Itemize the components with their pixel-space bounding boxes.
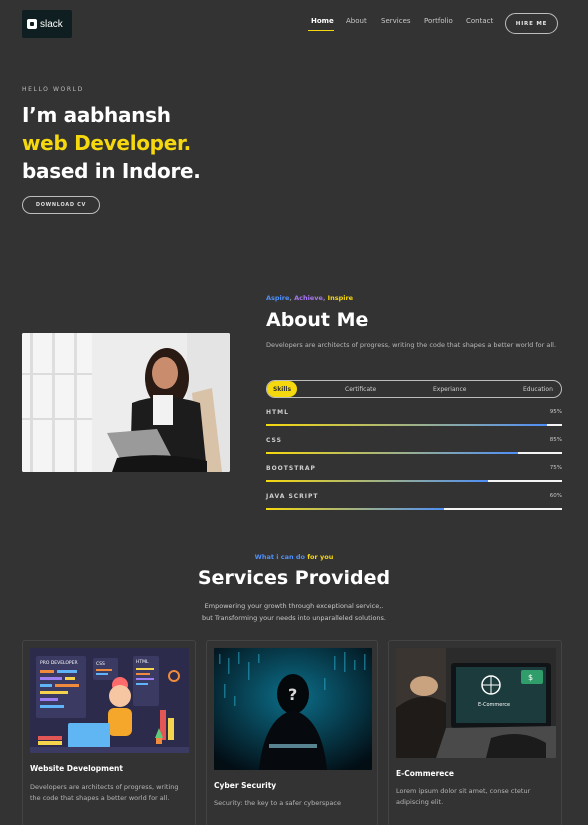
cyber-security-image: ? [214, 648, 372, 770]
woman-with-laptop-photo [22, 333, 230, 472]
main-nav: Home About Services Portfolio Contact [0, 17, 588, 33]
about-tagline: Aspire, Achieve, Inspire [266, 294, 353, 302]
skill-name: HTML [266, 409, 289, 416]
hire-me-button[interactable]: HIRE ME [505, 13, 558, 34]
card-title: E-Commerece [396, 769, 454, 778]
skill-percent: 95% [549, 409, 562, 415]
nav-link-about[interactable]: About [346, 17, 367, 25]
skill-name: CSS [266, 437, 282, 444]
service-card-web-development[interactable]: PRO DEVELOPER CSS HTML Website Developme… [22, 640, 196, 825]
skill-fill [266, 424, 548, 426]
tagline-aspire: Aspire [266, 294, 290, 302]
card-description: Developers are architects of progress, w… [30, 783, 179, 802]
skill-percent: 85% [549, 437, 562, 443]
tab-education[interactable]: Education [523, 381, 553, 397]
services-desc-line-2: but Transforming your needs into unparal… [201, 614, 386, 622]
tab-experiance[interactable]: Experiance [433, 381, 466, 397]
tagline-inspire: Inspire [327, 294, 354, 302]
nav-link-contact[interactable]: Contact [466, 17, 493, 25]
hero-eyebrow: HELLO WORLD [22, 86, 84, 93]
illustration-label-b: CSS [96, 661, 105, 667]
web-development-illustration: PRO DEVELOPER CSS HTML [30, 648, 189, 753]
services-title: Services Provided [197, 567, 391, 589]
card-title: Website Development [30, 764, 123, 773]
services-description: Empowering your growth through exception… [0, 600, 588, 624]
about-title: About Me [266, 309, 369, 331]
tagline-achieve: Achieve [294, 294, 323, 302]
skill-fill [266, 508, 444, 510]
skill-percent: 75% [549, 465, 562, 471]
nav-link-services[interactable]: Services [381, 17, 411, 25]
services-eyebrow-b: for you [304, 553, 334, 561]
services-eyebrow-a: What i can do [254, 553, 305, 561]
ecommerce-image: E-Commerce $ [396, 648, 556, 758]
skill-percent: 60% [549, 493, 562, 499]
hero-heading-line-2: web Developer. [22, 131, 191, 155]
hero-heading-line-3: based in Indore. [22, 159, 201, 183]
skill-track [266, 424, 562, 426]
illustration-label-d: E-Commerce [478, 702, 510, 708]
skill-track [266, 480, 562, 482]
service-card-ecommerce[interactable]: E-Commerce $ E-Commerece Lorem ipsum dol… [388, 640, 562, 825]
skill-name: BOOTSTRAP [266, 465, 316, 472]
services-desc-line-1: Empowering your growth through exception… [204, 602, 384, 610]
hero-heading-line-1: I’m aabhansh [22, 103, 171, 127]
skill-track [266, 508, 562, 510]
about-photo [22, 333, 230, 472]
dollar-icon: $ [528, 673, 533, 682]
question-mark-icon: ? [288, 685, 297, 704]
skill-fill [266, 480, 488, 482]
nav-link-home[interactable]: Home [311, 17, 334, 25]
skill-fill [266, 452, 518, 454]
card-description: Lorem ipsum dolor sit amet, conse ctetur… [396, 787, 531, 806]
download-cv-button[interactable]: DOWNLOAD CV [22, 196, 100, 214]
nav-link-portfolio[interactable]: Portfolio [424, 17, 453, 25]
illustration-label-c: HTML [136, 659, 149, 665]
skill-track [266, 452, 562, 454]
tab-skills[interactable]: Skills [267, 381, 297, 397]
card-description: Security: the key to a safer cyberspace [214, 799, 341, 807]
illustration-label-a: PRO DEVELOPER [40, 660, 78, 666]
skill-name: JAVA SCRIPT [266, 493, 319, 500]
about-tabs: Skills Certificate Experiance Education [266, 380, 562, 398]
active-nav-indicator [308, 30, 334, 31]
about-description: Developers are architects of progress, w… [266, 341, 557, 349]
services-eyebrow: What i can do for you [0, 553, 588, 561]
service-card-cyber-security[interactable]: ? Cyber Security Security: the key to a … [206, 640, 378, 825]
card-title: Cyber Security [214, 781, 277, 790]
tab-certificate[interactable]: Certificate [345, 381, 376, 397]
